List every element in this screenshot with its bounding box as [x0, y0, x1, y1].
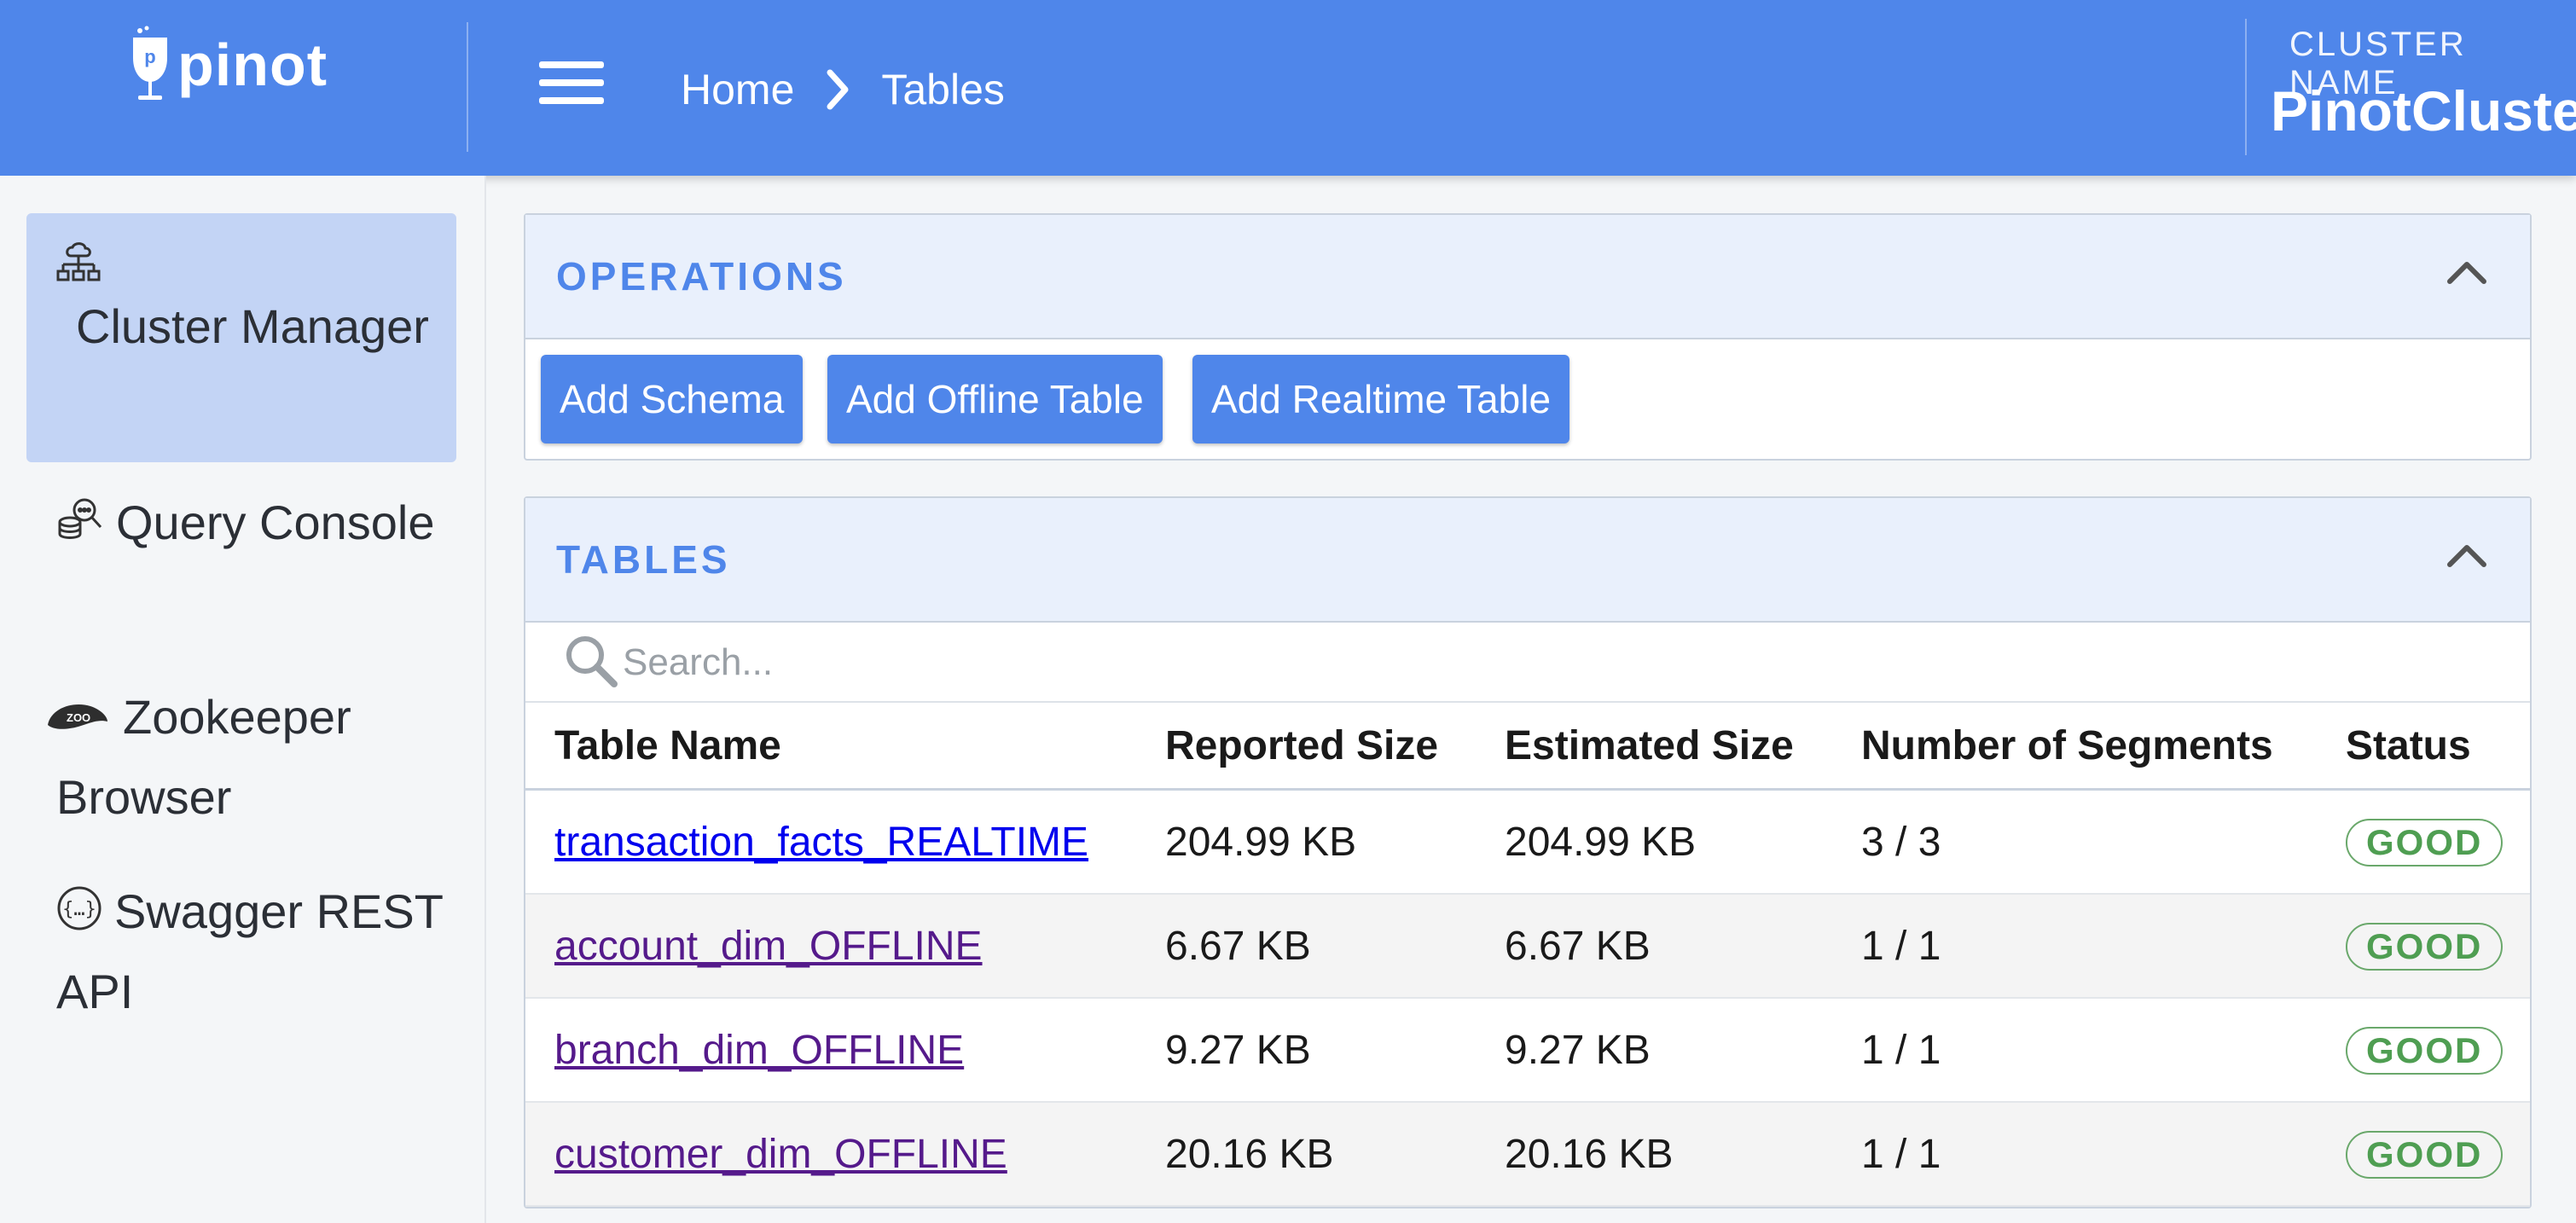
pinot-logo[interactable]: p pinot — [128, 22, 328, 107]
zookeeper-icon: ZOO — [44, 682, 111, 759]
table-name-link[interactable]: transaction_facts_REALTIME — [554, 820, 1088, 865]
svg-text:{…}: {…} — [62, 899, 96, 920]
estimated-size-cell: 6.67 KB — [1505, 894, 1861, 999]
tables-panel-header[interactable]: TABLES — [525, 498, 2530, 623]
breadcrumb-current: Tables — [881, 66, 1005, 113]
table-name-link[interactable]: branch_dim_OFFLINE — [554, 1028, 964, 1073]
table-name-link[interactable]: customer_dim_OFFLINE — [554, 1132, 1007, 1177]
column-header-reported-size[interactable]: Reported Size — [1165, 703, 1505, 791]
cluster-icon — [55, 239, 102, 289]
reported-size-cell: 9.27 KB — [1165, 998, 1505, 1103]
estimated-size-cell: 204.99 KB — [1505, 789, 1861, 895]
status-badge: GOOD — [2346, 1026, 2503, 1075]
column-header-segments[interactable]: Number of Segments — [1861, 703, 2346, 791]
sidebar-item-cluster-manager[interactable]: Cluster Manager — [26, 213, 456, 462]
hamburger-menu-icon[interactable] — [539, 61, 604, 109]
add-offline-table-button[interactable]: Add Offline Table — [827, 355, 1163, 443]
status-badge: GOOD — [2346, 922, 2503, 971]
search-icon — [563, 633, 619, 693]
search-input[interactable] — [621, 635, 1392, 691]
tables-panel: TABLES Table Name Reported Size Estimate… — [524, 496, 2532, 1209]
header-divider — [467, 22, 468, 152]
logo-text: pinot — [177, 32, 328, 98]
breadcrumb: Home Tables — [681, 60, 1005, 119]
swagger-icon: {…} — [56, 877, 102, 953]
breadcrumb-home[interactable]: Home — [681, 65, 794, 114]
reported-size-cell: 20.16 KB — [1165, 1102, 1505, 1207]
table-row: transaction_facts_REALTIME 204.99 KB 204… — [525, 789, 2530, 895]
reported-size-cell: 6.67 KB — [1165, 894, 1505, 999]
tables-title: TABLES — [556, 537, 731, 582]
estimated-size-cell: 20.16 KB — [1505, 1102, 1861, 1207]
segments-cell: 1 / 1 — [1861, 1102, 2346, 1207]
table-search — [525, 623, 2530, 703]
add-schema-button[interactable]: Add Schema — [541, 355, 804, 443]
table-row: branch_dim_OFFLINE 9.27 KB 9.27 KB 1 / 1… — [525, 998, 2530, 1103]
operations-panel: OPERATIONS Add Schema Add Offline Table … — [524, 213, 2532, 461]
segments-cell: 3 / 3 — [1861, 789, 2346, 895]
chevron-up-icon[interactable] — [2446, 258, 2487, 289]
add-realtime-table-button[interactable]: Add Realtime Table — [1192, 355, 1570, 443]
top-app-bar: p pinot Home Tables CLUSTER NAME PinotCl… — [0, 0, 2576, 176]
sidebar-item-zookeeper-browser[interactable]: ZOO Zookeeper Browser — [48, 679, 457, 836]
segments-cell: 1 / 1 — [1861, 998, 2346, 1103]
svg-text:p: p — [144, 46, 155, 67]
table-row: account_dim_OFFLINE 6.67 KB 6.67 KB 1 / … — [525, 894, 2530, 999]
svg-text:ZOO: ZOO — [67, 711, 90, 724]
header-divider — [2245, 19, 2247, 155]
wine-glass-icon: p — [133, 26, 167, 100]
sidebar-item-query-console[interactable]: Query Console — [56, 484, 457, 565]
sidebar-item-swagger-rest-api[interactable]: {…} Swagger REST API — [56, 873, 457, 1030]
sidebar-item-label: Query Console — [116, 496, 435, 549]
estimated-size-cell: 9.27 KB — [1505, 998, 1861, 1103]
sidebar: Cluster Manager Query Console ZOO Zookee… — [0, 176, 486, 1223]
chevron-right-icon — [825, 69, 850, 110]
sidebar-item-label: Cluster Manager — [76, 299, 429, 353]
column-header-status[interactable]: Status — [2346, 703, 2530, 791]
operations-panel-header[interactable]: OPERATIONS — [525, 215, 2530, 339]
table-name-link[interactable]: account_dim_OFFLINE — [554, 924, 983, 969]
operations-actions: Add Schema Add Offline Table Add Realtim… — [525, 339, 2530, 459]
reported-size-cell: 204.99 KB — [1165, 789, 1505, 895]
status-badge: GOOD — [2346, 818, 2503, 867]
cluster-name: PinotCluster — [2271, 79, 2576, 142]
operations-title: OPERATIONS — [556, 254, 847, 299]
chevron-up-icon[interactable] — [2446, 541, 2487, 572]
segments-cell: 1 / 1 — [1861, 894, 2346, 999]
sidebar-item-label: Swagger REST API — [56, 884, 443, 1019]
status-badge: GOOD — [2346, 1130, 2503, 1179]
tables-table: Table Name Reported Size Estimated Size … — [525, 703, 2530, 1207]
column-header-table-name[interactable]: Table Name — [525, 703, 1165, 791]
query-icon — [56, 488, 104, 565]
table-header-row: Table Name Reported Size Estimated Size … — [525, 703, 2530, 791]
column-header-estimated-size[interactable]: Estimated Size — [1505, 703, 1861, 791]
table-row: customer_dim_OFFLINE 20.16 KB 20.16 KB 1… — [525, 1102, 2530, 1207]
